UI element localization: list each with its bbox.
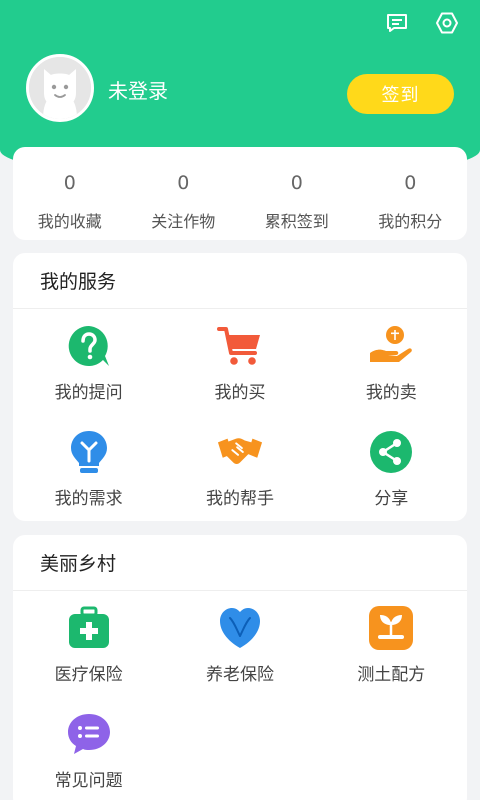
- village-label: 养老保险: [205, 665, 274, 685]
- handshake-icon: [217, 429, 263, 475]
- village-faq[interactable]: 常见问题: [13, 697, 164, 800]
- faq-chat-icon: [66, 711, 112, 757]
- village-grid: 医疗保险 养老保险 测土配方 常见问题: [13, 591, 467, 800]
- stat-value: 0: [404, 172, 417, 194]
- service-my-needs[interactable]: 我的需求: [13, 415, 164, 521]
- sell-hand-icon: [368, 323, 414, 369]
- service-my-helper[interactable]: 我的帮手: [164, 415, 315, 521]
- service-share[interactable]: 分享: [316, 415, 467, 521]
- village-label: 医疗保险: [54, 665, 123, 685]
- avatar[interactable]: [26, 54, 94, 122]
- stat-label: 我的积分: [378, 212, 443, 231]
- stat-label: 累积签到: [264, 212, 329, 231]
- services-grid: 我的提问 我的买 我的卖 我的需求 我的帮手 分享: [13, 309, 467, 521]
- village-soil-testing[interactable]: 测土配方: [316, 591, 467, 697]
- stat-value: 0: [177, 172, 190, 194]
- message-icon[interactable]: [384, 10, 410, 36]
- services-card: 我的服务 我的提问 我的买 我的卖 我的需求 我的帮手 分享: [13, 253, 467, 521]
- stat-favorites[interactable]: 0 我的收藏: [13, 147, 127, 240]
- share-icon: [368, 429, 414, 475]
- service-label: 我的帮手: [205, 489, 274, 509]
- village-card: 美丽乡村 医疗保险 养老保险 测土配方 常见问题: [13, 535, 467, 800]
- services-title: 我的服务: [13, 253, 467, 309]
- stat-value: 0: [290, 172, 303, 194]
- village-label: 测土配方: [357, 665, 426, 685]
- login-status-text[interactable]: 未登录: [108, 75, 168, 104]
- village-title: 美丽乡村: [13, 535, 467, 591]
- service-my-questions[interactable]: 我的提问: [13, 309, 164, 415]
- profile-page: 未登录 签到 0 我的收藏 0 关注作物 0 累积签到 0 我的积分 我的服务: [0, 0, 480, 800]
- stat-signins[interactable]: 0 累积签到: [240, 147, 354, 240]
- service-label: 我的买: [214, 383, 266, 403]
- service-label: 分享: [374, 489, 409, 509]
- settings-icon[interactable]: [434, 10, 460, 36]
- stat-followed-crops[interactable]: 0 关注作物: [127, 147, 241, 240]
- signin-button[interactable]: 签到: [347, 74, 454, 114]
- medical-kit-icon: [66, 605, 112, 651]
- service-label: 我的需求: [54, 489, 123, 509]
- header-actions: [384, 10, 460, 36]
- stat-label: 关注作物: [151, 212, 216, 231]
- lightbulb-icon: [66, 429, 112, 475]
- cart-icon: [216, 323, 263, 369]
- stat-points[interactable]: 0 我的积分: [354, 147, 468, 240]
- question-icon: [66, 323, 112, 369]
- village-medical-insurance[interactable]: 医疗保险: [13, 591, 164, 697]
- service-my-buy[interactable]: 我的买: [164, 309, 315, 415]
- service-label: 我的提问: [54, 383, 123, 403]
- village-label: 常见问题: [54, 771, 123, 791]
- service-label: 我的卖: [365, 383, 417, 403]
- village-pension-insurance[interactable]: 养老保险: [164, 591, 315, 697]
- heart-care-icon: [217, 605, 263, 651]
- stat-value: 0: [63, 172, 76, 194]
- stats-card: 0 我的收藏 0 关注作物 0 累积签到 0 我的积分: [13, 147, 467, 240]
- stat-label: 我的收藏: [37, 212, 102, 231]
- service-my-sell[interactable]: 我的卖: [316, 309, 467, 415]
- soil-plant-icon: [368, 605, 414, 651]
